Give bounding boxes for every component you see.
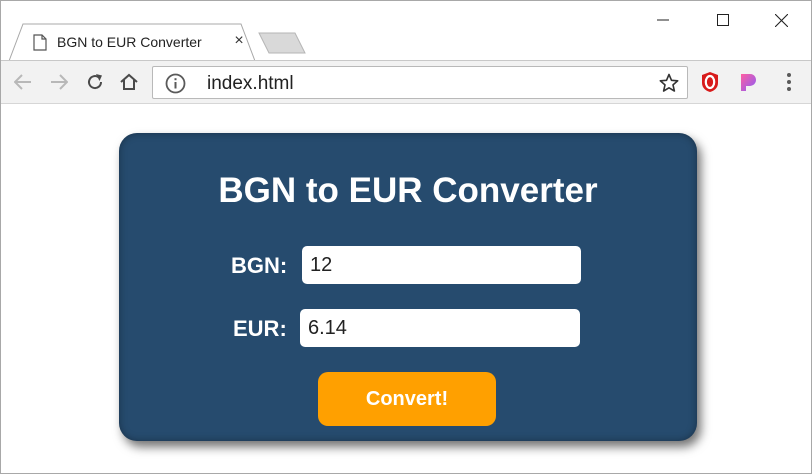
info-icon[interactable] <box>165 73 186 94</box>
minimize-icon[interactable] <box>651 9 675 31</box>
forward-icon[interactable] <box>47 70 71 94</box>
url-text[interactable]: index.html <box>207 73 294 95</box>
pocket-extension-icon[interactable] <box>737 71 759 93</box>
browser-toolbar: index.html <box>1 60 811 104</box>
maximize-icon[interactable] <box>711 9 735 31</box>
back-icon[interactable] <box>11 70 35 94</box>
convert-button[interactable]: Convert! <box>318 372 496 426</box>
browser-window: BGN to EUR Converter × index.html BGN to… <box>0 0 812 474</box>
title-bar: BGN to EUR Converter × <box>1 1 811 61</box>
page-content: BGN to EUR Converter BGN: EUR: Convert! <box>1 105 811 473</box>
star-icon[interactable] <box>659 73 679 93</box>
opera-extension-icon[interactable] <box>699 71 721 93</box>
window-close-icon[interactable] <box>769 9 793 31</box>
address-bar[interactable]: index.html <box>152 66 688 99</box>
document-icon <box>33 34 47 51</box>
eur-label: EUR: <box>233 316 287 341</box>
new-tab-button[interactable] <box>257 31 307 55</box>
converter-card: BGN to EUR Converter BGN: EUR: Convert! <box>119 133 697 441</box>
browser-tab[interactable]: BGN to EUR Converter × <box>9 23 255 61</box>
reload-icon[interactable] <box>83 70 107 94</box>
page-title: BGN to EUR Converter <box>218 171 598 210</box>
close-icon[interactable]: × <box>231 33 247 49</box>
bgn-input[interactable] <box>302 246 581 284</box>
menu-icon[interactable] <box>779 70 799 94</box>
bgn-label: BGN: <box>231 253 288 278</box>
eur-input[interactable] <box>300 309 580 347</box>
home-icon[interactable] <box>117 70 141 94</box>
tab-title: BGN to EUR Converter <box>57 34 202 50</box>
